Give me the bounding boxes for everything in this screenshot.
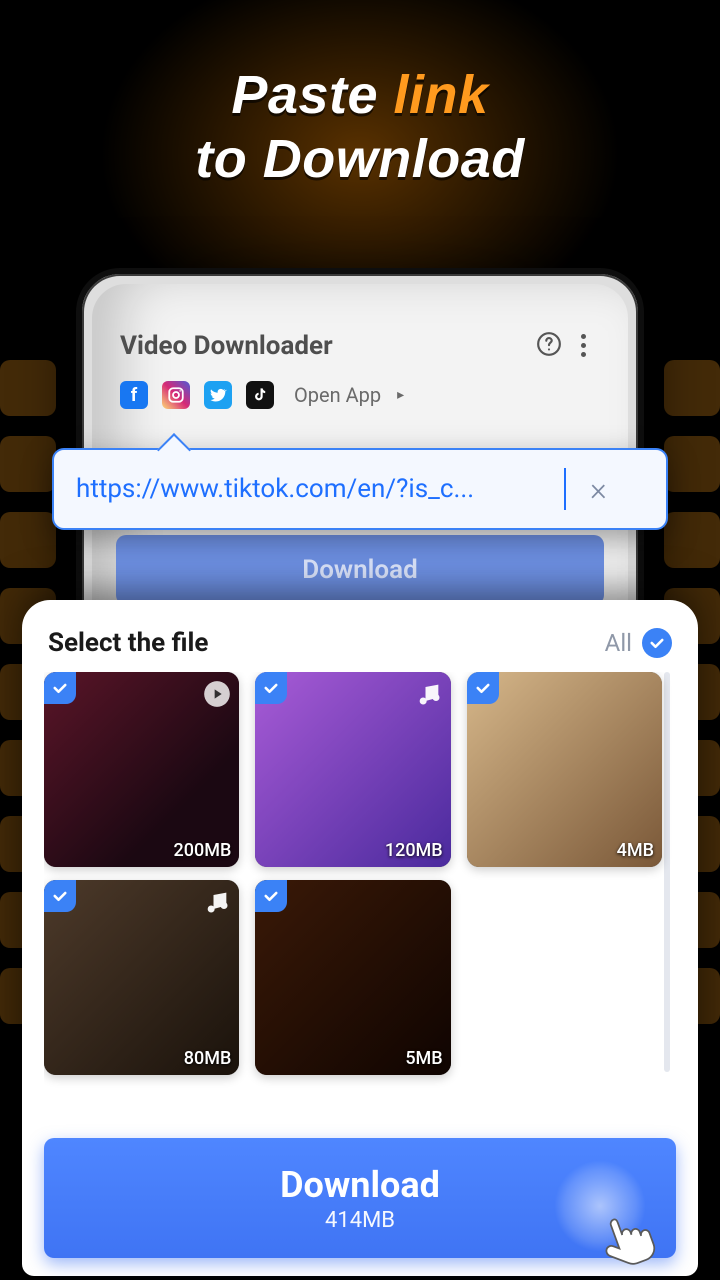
- app-title: Video Downloader: [120, 331, 532, 361]
- phone-download-button[interactable]: Download: [116, 535, 604, 605]
- help-icon[interactable]: [532, 331, 566, 361]
- headline-accent: link: [394, 65, 489, 125]
- checkbox-icon[interactable]: [44, 672, 76, 704]
- music-icon: [415, 680, 443, 708]
- clear-icon[interactable]: ×: [590, 470, 607, 508]
- chevron-right-icon: ▸: [397, 387, 404, 403]
- social-row: f Open App ▸: [92, 361, 628, 409]
- file-tile[interactable]: 4MB: [467, 672, 662, 867]
- file-picker-sheet: Select the file All 200MB 120MB 4MB: [22, 600, 698, 1276]
- tiktok-icon[interactable]: [246, 381, 274, 409]
- checkbox-icon[interactable]: [255, 672, 287, 704]
- url-input-bubble[interactable]: https://www.tiktok.com/en/?is_c... ×: [52, 448, 668, 530]
- tap-indicator: [554, 1160, 646, 1252]
- file-size: 200MB: [174, 840, 232, 861]
- file-size: 80MB: [184, 1048, 232, 1069]
- url-input[interactable]: https://www.tiktok.com/en/?is_c...: [76, 474, 556, 504]
- file-tile[interactable]: 200MB: [44, 672, 239, 867]
- headline-part2: to Download: [195, 129, 524, 189]
- select-all-checkbox[interactable]: [642, 628, 672, 658]
- instagram-icon[interactable]: [162, 381, 190, 409]
- facebook-icon[interactable]: f: [120, 381, 148, 409]
- checkbox-icon[interactable]: [44, 880, 76, 912]
- file-size: 120MB: [385, 840, 443, 861]
- select-all-label[interactable]: All: [605, 629, 632, 657]
- download-total: 414MB: [325, 1208, 395, 1233]
- file-grid: 200MB 120MB 4MB 80MB 5MB: [44, 672, 676, 1124]
- file-tile[interactable]: 5MB: [255, 880, 450, 1075]
- file-size: 5MB: [405, 1048, 442, 1069]
- more-icon[interactable]: [566, 330, 600, 361]
- file-tile[interactable]: 120MB: [255, 672, 450, 867]
- download-button[interactable]: Download 414MB: [44, 1138, 676, 1258]
- file-tile[interactable]: 80MB: [44, 880, 239, 1075]
- twitter-icon[interactable]: [204, 381, 232, 409]
- play-icon: [203, 680, 231, 708]
- text-cursor: [564, 468, 566, 510]
- download-label: Download: [280, 1164, 440, 1206]
- sheet-title: Select the file: [48, 628, 605, 658]
- checkbox-icon[interactable]: [467, 672, 499, 704]
- open-app-label[interactable]: Open App: [294, 383, 381, 407]
- scrollbar[interactable]: [664, 672, 670, 1072]
- checkbox-icon[interactable]: [255, 880, 287, 912]
- headline-part1: Paste: [231, 65, 378, 125]
- headline: Paste link to Download: [0, 0, 720, 191]
- file-size: 4MB: [617, 840, 654, 861]
- music-icon: [203, 888, 231, 916]
